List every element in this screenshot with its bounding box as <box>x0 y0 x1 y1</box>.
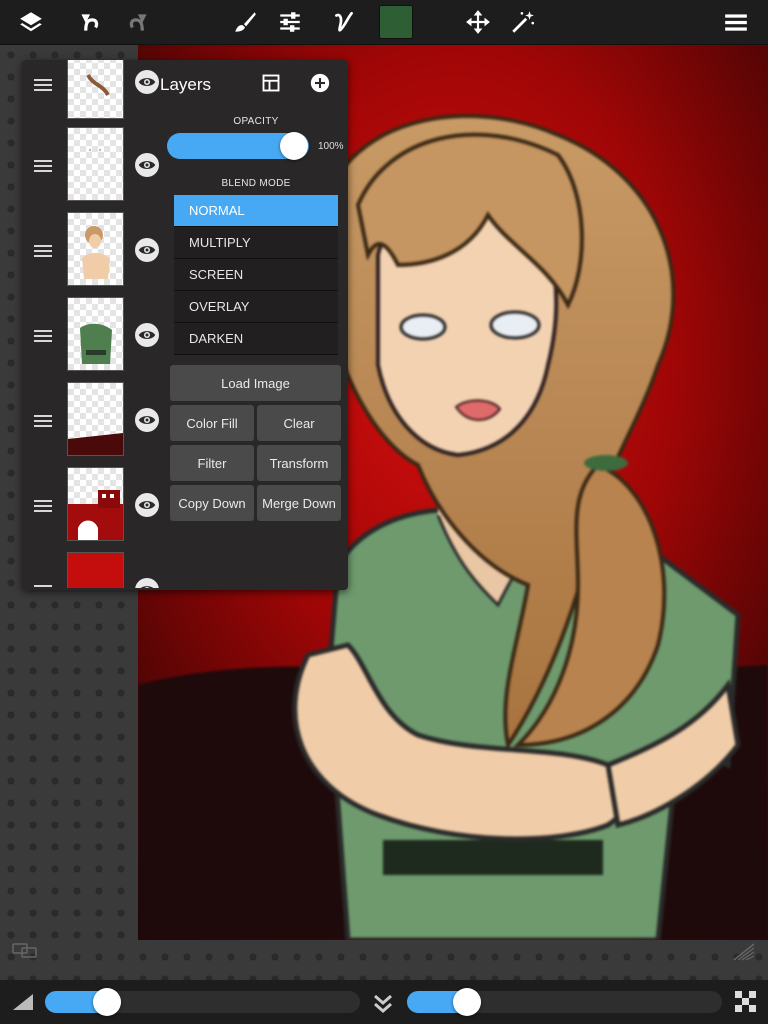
blend-mode-multiply[interactable]: MULTIPLY <box>174 227 338 259</box>
drag-handle-icon[interactable] <box>34 242 52 257</box>
eye-icon[interactable] <box>135 70 159 94</box>
drag-handle-icon[interactable] <box>34 582 52 588</box>
drag-handle-icon[interactable] <box>34 497 52 512</box>
layer-thumbnail <box>67 60 124 119</box>
eye-icon[interactable] <box>135 323 159 347</box>
layer-row[interactable] <box>22 463 167 548</box>
drag-handle-icon[interactable] <box>34 76 52 91</box>
undo-icon[interactable] <box>72 5 106 39</box>
drag-handle-icon[interactable] <box>34 327 52 342</box>
blend-mode-list: NORMAL MULTIPLY SCREEN OVERLAY DARKEN <box>174 195 338 355</box>
stroke-icon[interactable] <box>327 5 361 39</box>
panel-title: Layers <box>160 75 212 94</box>
layer-list[interactable] <box>22 60 167 588</box>
layer-thumbnail <box>67 297 124 371</box>
transform-button[interactable]: Transform <box>257 445 341 481</box>
drag-handle-icon[interactable] <box>34 412 52 427</box>
color-swatch[interactable] <box>379 5 413 39</box>
menu-icon[interactable] <box>719 5 753 39</box>
layer-row[interactable] <box>22 548 167 588</box>
layer-thumbnail <box>67 552 124 588</box>
chat-icon[interactable] <box>12 942 38 960</box>
layer-row[interactable] <box>22 293 167 378</box>
brush-size-knob[interactable] <box>92 988 121 1016</box>
redo-icon[interactable] <box>122 5 156 39</box>
opacity-label: OPACITY <box>233 116 279 127</box>
drag-handle-icon[interactable] <box>34 157 52 172</box>
eye-icon[interactable] <box>135 408 159 432</box>
color-fill-button[interactable]: Color Fill <box>170 405 254 441</box>
filter-button[interactable]: Filter <box>170 445 254 481</box>
layers-panel: Layers OPACITY 100% BLEND MODE NORMAL MU… <box>22 60 348 590</box>
collapse-chevron-icon[interactable] <box>372 992 394 1014</box>
brush-icon[interactable] <box>228 5 262 39</box>
layer-layout-icon[interactable] <box>260 72 282 94</box>
eye-icon[interactable] <box>135 493 159 517</box>
adjustments-icon[interactable] <box>273 5 307 39</box>
layer-row[interactable] <box>22 208 167 293</box>
eye-icon[interactable] <box>135 578 159 588</box>
top-toolbar <box>0 0 768 45</box>
layer-row[interactable] <box>22 123 167 208</box>
layer-thumbnail <box>67 127 124 201</box>
clear-button[interactable]: Clear <box>257 405 341 441</box>
layer-row[interactable] <box>22 60 167 121</box>
add-layer-icon[interactable] <box>309 72 331 94</box>
blend-mode-screen[interactable]: SCREEN <box>174 259 338 291</box>
brush-size-icon <box>12 993 34 1011</box>
blend-mode-normal[interactable]: NORMAL <box>174 195 338 227</box>
bottom-toolbar <box>0 980 768 1024</box>
copy-down-button[interactable]: Copy Down <box>170 485 254 521</box>
eye-icon[interactable] <box>135 153 159 177</box>
move-icon[interactable] <box>461 5 495 39</box>
blend-mode-overlay[interactable]: OVERLAY <box>174 291 338 323</box>
grid-icon[interactable] <box>732 940 756 962</box>
blend-mode-darken[interactable]: DARKEN <box>174 323 338 355</box>
opacity-value: 100% <box>318 141 344 152</box>
layers-icon[interactable] <box>14 5 48 39</box>
brush-opacity-knob[interactable] <box>452 988 481 1016</box>
checkerboard-icon[interactable] <box>735 991 757 1013</box>
load-image-button[interactable]: Load Image <box>170 365 341 401</box>
magic-wand-icon[interactable] <box>506 5 540 39</box>
opacity-slider-knob[interactable] <box>280 132 308 160</box>
layer-thumbnail <box>67 212 124 286</box>
merge-down-button[interactable]: Merge Down <box>257 485 341 521</box>
blend-mode-label: BLEND MODE <box>221 178 291 189</box>
eye-icon[interactable] <box>135 238 159 262</box>
layer-thumbnail <box>67 467 124 541</box>
layer-row[interactable] <box>22 378 167 463</box>
layer-thumbnail <box>67 382 124 456</box>
